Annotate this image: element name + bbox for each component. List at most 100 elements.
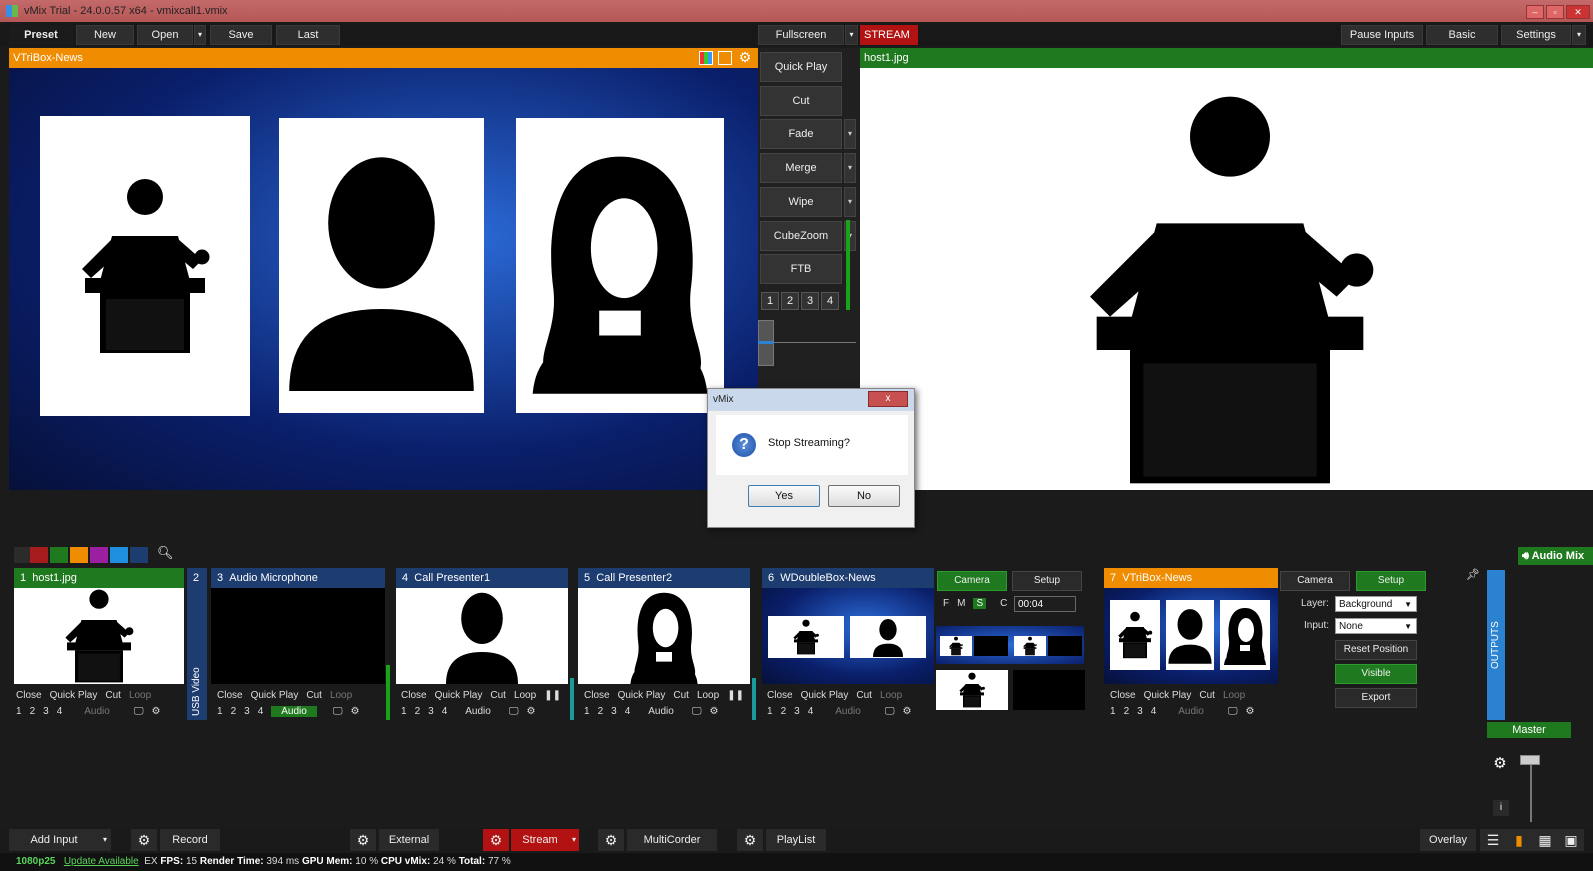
- outputs-tab[interactable]: OUTPUTS: [1487, 570, 1505, 720]
- camera-preset-thumb[interactable]: [1013, 670, 1085, 710]
- input-7-header[interactable]: 7 VTriBox-News: [1104, 568, 1278, 588]
- overlay-2-button[interactable]: 2: [781, 706, 787, 717]
- quick-play-button[interactable]: Quick Play: [251, 690, 299, 701]
- overlay-3-button[interactable]: 3: [43, 706, 49, 717]
- quick-play-button[interactable]: Quick Play: [618, 690, 666, 701]
- layer-select[interactable]: Background ▼: [1335, 596, 1417, 612]
- monitor-icon[interactable]: 🖵: [134, 706, 144, 717]
- multicorder-gear-icon[interactable]: ⚙: [598, 829, 624, 851]
- cut-button[interactable]: Cut: [306, 690, 322, 701]
- info-icon[interactable]: i: [1493, 800, 1509, 816]
- audio-meter-icon[interactable]: ▮: [1506, 829, 1532, 851]
- merge-dropdown-icon[interactable]: ▾: [844, 153, 856, 183]
- export-button[interactable]: Export: [1335, 688, 1417, 708]
- fade-dropdown-icon[interactable]: ▾: [844, 119, 856, 149]
- input-3-header[interactable]: 3 Audio Microphone: [211, 568, 385, 588]
- color-filter-blue[interactable]: [110, 547, 128, 563]
- update-available-link[interactable]: Update Available: [64, 856, 139, 867]
- input-3-thumbnail[interactable]: [211, 588, 385, 684]
- transition-3-button[interactable]: 3: [801, 292, 819, 310]
- loop-button[interactable]: Loop: [880, 690, 902, 701]
- close-button[interactable]: Close: [767, 690, 793, 701]
- yes-button[interactable]: Yes: [748, 485, 820, 507]
- audio-button[interactable]: Audio: [271, 706, 317, 717]
- input-7-camera-button[interactable]: Camera: [1280, 571, 1350, 591]
- snapshot-icon[interactable]: ▣: [1558, 829, 1584, 851]
- color-filter-navy[interactable]: [130, 547, 148, 563]
- overlay-2-button[interactable]: 2: [30, 706, 36, 717]
- quick-play-button[interactable]: Quick Play: [801, 690, 849, 701]
- overlay-1-button[interactable]: 1: [1110, 706, 1116, 717]
- record-gear-icon[interactable]: ⚙: [131, 829, 157, 851]
- list-view-icon[interactable]: ☰: [1480, 829, 1506, 851]
- overlay-1-button[interactable]: 1: [16, 706, 22, 717]
- overlay-4-button[interactable]: 4: [625, 706, 631, 717]
- dialog-close-button[interactable]: x: [868, 391, 908, 407]
- search-icon[interactable]: 🔍︎: [157, 545, 174, 563]
- monitor-icon[interactable]: 🖵: [333, 706, 343, 717]
- color-filter-red[interactable]: [30, 547, 48, 563]
- stream-dropdown-icon[interactable]: ▾: [569, 829, 579, 851]
- camera-preset-thumb[interactable]: [936, 670, 1008, 710]
- cut-button[interactable]: Cut: [856, 690, 872, 701]
- basic-button[interactable]: Basic: [1426, 25, 1498, 45]
- input-gear-icon[interactable]: ⚙: [902, 706, 911, 717]
- monitor-icon[interactable]: 🖵: [692, 706, 702, 717]
- input-select[interactable]: None ▼: [1335, 618, 1417, 634]
- reset-position-button[interactable]: Reset Position: [1335, 640, 1417, 660]
- input-2-header[interactable]: 2: [187, 568, 207, 588]
- loop-button[interactable]: Loop: [697, 690, 719, 701]
- input-4-thumbnail[interactable]: [396, 588, 568, 684]
- audio-button[interactable]: Audio: [835, 706, 861, 717]
- overlay-button[interactable]: Overlay: [1420, 829, 1476, 851]
- f-button[interactable]: F: [943, 598, 949, 609]
- overlay-3-button[interactable]: 3: [244, 706, 250, 717]
- pause-icon[interactable]: ❚❚: [727, 690, 744, 701]
- loop-button[interactable]: Loop: [330, 690, 352, 701]
- playlist-button[interactable]: PlayList: [766, 829, 826, 851]
- stream-status-badge[interactable]: STREAM 1: [860, 25, 918, 61]
- overlay-2-button[interactable]: 2: [598, 706, 604, 717]
- quick-play-button[interactable]: Quick Play: [50, 690, 98, 701]
- pause-icon[interactable]: ❚❚: [544, 690, 561, 701]
- color-correction-icon[interactable]: [699, 51, 713, 65]
- pause-inputs-button[interactable]: Pause Inputs: [1341, 25, 1423, 45]
- wipe-button[interactable]: Wipe: [760, 187, 842, 217]
- m-button[interactable]: M: [957, 598, 965, 609]
- audio-button[interactable]: Audio: [465, 706, 491, 717]
- input-6-camera-button[interactable]: Camera: [937, 571, 1007, 591]
- open-dropdown-icon[interactable]: ▾: [194, 25, 206, 45]
- external-button[interactable]: External: [379, 829, 439, 851]
- input-6-header[interactable]: 6 WDoubleBox-News: [762, 568, 934, 588]
- overlay-4-button[interactable]: 4: [808, 706, 814, 717]
- color-filter-orange[interactable]: [70, 547, 88, 563]
- preset-thumb[interactable]: [1014, 636, 1046, 656]
- quick-play-button[interactable]: Quick Play: [760, 52, 842, 82]
- close-button[interactable]: Close: [217, 690, 243, 701]
- overlay-4-button[interactable]: 4: [258, 706, 264, 717]
- loop-button[interactable]: Loop: [1223, 690, 1245, 701]
- overlay-2-button[interactable]: 2: [231, 706, 237, 717]
- preset-button[interactable]: Preset: [9, 25, 73, 45]
- playlist-gear-icon[interactable]: ⚙: [737, 829, 763, 851]
- input-4-header[interactable]: 4 Call Presenter1: [396, 568, 568, 588]
- monitor-icon[interactable]: 🖵: [1228, 706, 1238, 717]
- preset-thumb[interactable]: [1048, 636, 1082, 656]
- record-button[interactable]: Record: [160, 829, 220, 851]
- visible-toggle[interactable]: Visible: [1335, 664, 1417, 684]
- monitor-icon[interactable]: 🖵: [885, 706, 895, 717]
- maximize-icon[interactable]: ▫: [1546, 5, 1564, 19]
- no-button[interactable]: No: [828, 485, 900, 507]
- preset-thumb[interactable]: [974, 636, 1008, 656]
- input-6-thumbnail[interactable]: [762, 588, 934, 684]
- input-7-setup-button[interactable]: Setup: [1356, 571, 1426, 591]
- cut-button[interactable]: Cut: [105, 690, 121, 701]
- grid-view-icon[interactable]: ▦: [1532, 829, 1558, 851]
- overlay-1-button[interactable]: 1: [767, 706, 773, 717]
- add-input-button[interactable]: Add Input: [9, 829, 99, 851]
- merge-button[interactable]: Merge: [760, 153, 842, 183]
- save-button[interactable]: Save: [210, 25, 272, 45]
- overlay-1-button[interactable]: 1: [584, 706, 590, 717]
- cut-button[interactable]: Cut: [1199, 690, 1215, 701]
- close-button[interactable]: Close: [401, 690, 427, 701]
